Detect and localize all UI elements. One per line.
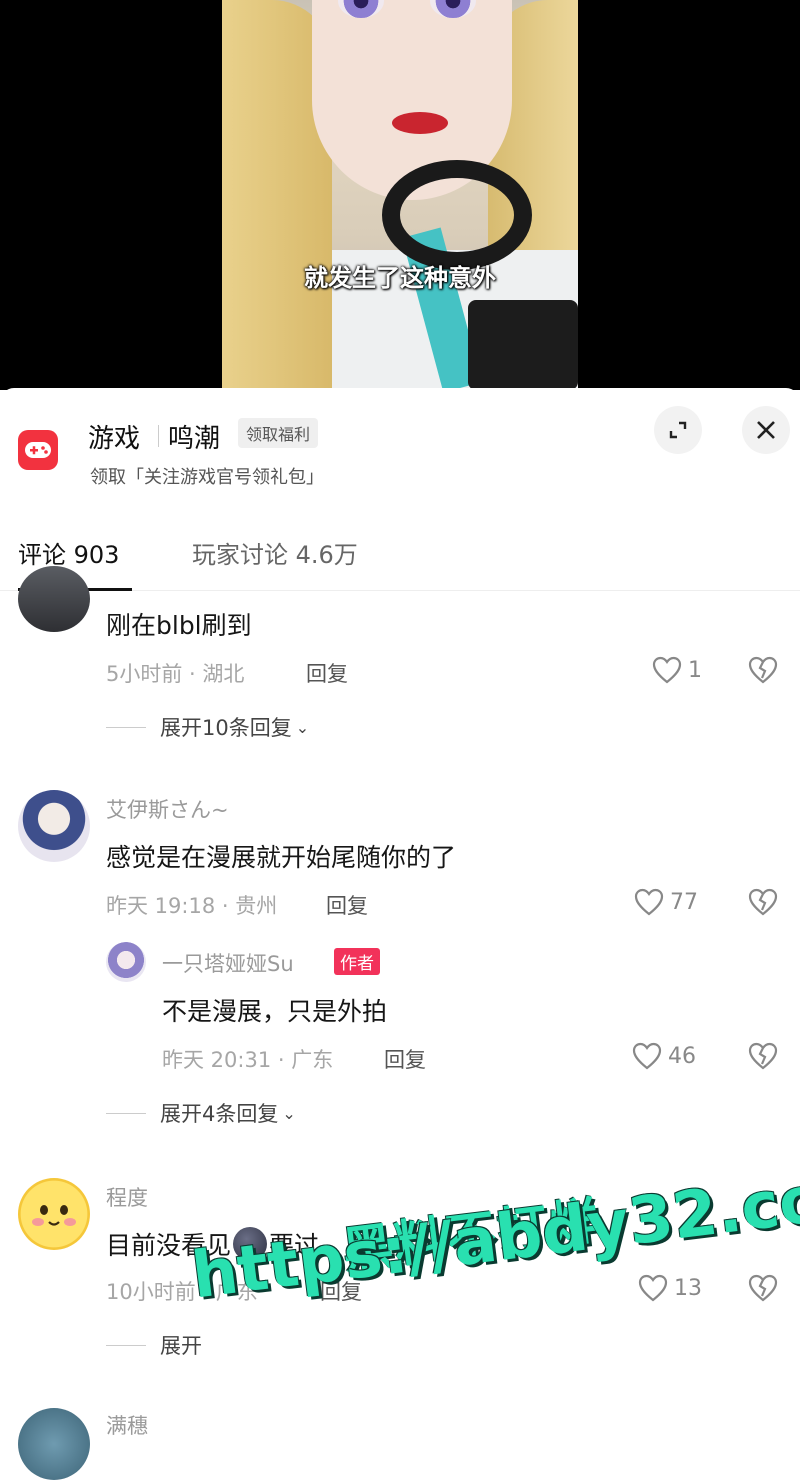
expand-replies[interactable]: 展开4条回复 ⌄ [106, 1098, 296, 1128]
avatar[interactable] [18, 1408, 90, 1480]
reply-button[interactable]: 回复 [384, 1044, 426, 1074]
avatar[interactable] [18, 1178, 90, 1250]
close-icon [757, 421, 775, 439]
heart-icon [632, 1042, 662, 1070]
comment-meta: 昨天 19:18 · 贵州 [106, 894, 278, 918]
expand-replies[interactable]: 展开 [106, 1330, 202, 1360]
title-divider [158, 425, 159, 447]
avatar[interactable] [18, 790, 90, 862]
gamepad-icon[interactable] [18, 430, 58, 470]
eye-right [430, 0, 476, 18]
broken-heart-icon [748, 1274, 778, 1302]
expand-divider-line [106, 1112, 146, 1114]
lips [392, 112, 448, 134]
comment-meta: 5小时前 · 湖北 [106, 662, 245, 686]
expand-replies-label: 展开4条回复 [160, 1102, 279, 1126]
username[interactable]: 艾伊斯さん~ [106, 794, 229, 824]
dislike-button[interactable] [748, 656, 778, 688]
like-button[interactable]: 77 [634, 888, 698, 916]
broken-heart-icon [748, 1042, 778, 1070]
heart-icon [638, 1274, 668, 1302]
like-count: 13 [674, 1275, 702, 1301]
avatar[interactable] [18, 566, 90, 632]
like-button[interactable]: 13 [638, 1274, 702, 1302]
headphones [382, 160, 532, 270]
game-subtitle[interactable]: 领取「关注游戏官号领礼包」 [90, 463, 324, 489]
expand-icon [669, 421, 687, 439]
reply-button[interactable]: 回复 [326, 890, 368, 920]
camera-prop [468, 300, 578, 390]
reply-button[interactable]: 回复 [306, 658, 348, 688]
expand-button[interactable] [654, 406, 702, 454]
dislike-button[interactable] [748, 1042, 778, 1074]
tab-comments[interactable]: 评论 903 [18, 535, 119, 570]
broken-heart-icon [748, 656, 778, 684]
like-count: 77 [670, 889, 698, 915]
eye-left [338, 0, 384, 18]
heart-icon [634, 888, 664, 916]
comment-text: 刚在blbl刷到 [106, 611, 252, 640]
video-subtitle: 就发生了这种意外 [304, 264, 496, 292]
expand-replies-label: 展开 [160, 1334, 202, 1358]
broken-heart-icon [748, 888, 778, 916]
username[interactable]: 满穗 [106, 1410, 148, 1440]
comment-text: 不是漫展，只是外拍 [162, 997, 388, 1026]
game-category[interactable]: 游戏 [88, 418, 140, 455]
like-button[interactable]: 1 [652, 656, 702, 684]
gamepad-icon-svg [25, 442, 51, 458]
like-button[interactable]: 46 [632, 1042, 696, 1070]
close-button[interactable] [742, 406, 790, 454]
avatar[interactable] [106, 942, 146, 982]
expand-replies-label: 展开10条回复 [160, 716, 292, 740]
video-frame [222, 0, 578, 390]
chevron-down-icon: ⌄ [295, 717, 310, 737]
like-count: 1 [688, 657, 702, 683]
game-name[interactable]: 鸣潮 [168, 418, 220, 455]
dislike-button[interactable] [748, 888, 778, 920]
emoji-face-icon [32, 1205, 76, 1226]
benefit-tag[interactable]: 领取福利 [238, 418, 319, 448]
comment-text: 感觉是在漫展就开始尾随你的了 [106, 843, 457, 872]
expand-replies[interactable]: 展开10条回复 ⌄ [106, 712, 309, 742]
like-count: 46 [668, 1043, 696, 1069]
chevron-down-icon: ⌄ [282, 1103, 296, 1123]
expand-divider-line [106, 726, 146, 728]
heart-icon [652, 656, 682, 684]
expand-divider-line [106, 1344, 146, 1346]
username[interactable]: 一只塔娅娅Su [162, 948, 294, 978]
comment-meta: 昨天 20:31 · 广东 [162, 1048, 334, 1072]
username[interactable]: 程度 [106, 1182, 148, 1212]
video-player[interactable]: 就发生了这种意外 [0, 0, 800, 390]
author-badge: 作者 [334, 948, 380, 975]
tab-player-discussion[interactable]: 玩家讨论 4.6万 [192, 535, 358, 570]
dislike-button[interactable] [748, 1274, 778, 1306]
